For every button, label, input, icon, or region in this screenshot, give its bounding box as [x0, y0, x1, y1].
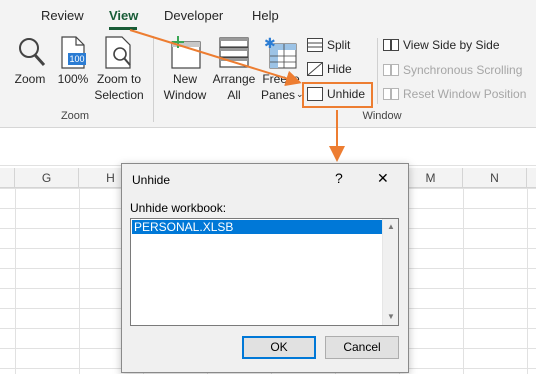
scroll-up-icon[interactable]: ▲ [387, 222, 395, 231]
unhide-workbook-label: Unhide workbook: [130, 201, 227, 215]
scroll-down-icon[interactable]: ▼ [387, 312, 395, 321]
ok-button[interactable]: OK [242, 336, 316, 359]
listbox-scrollbar[interactable]: ▲ ▼ [382, 219, 398, 325]
arrow-view-to-unhide [129, 29, 302, 87]
close-icon[interactable]: ✕ [377, 170, 389, 187]
unhide-dialog: Unhide ? ✕ Unhide workbook: PERSONAL.XLS… [121, 163, 409, 373]
help-icon[interactable]: ? [335, 170, 343, 186]
cancel-button[interactable]: Cancel [325, 336, 399, 359]
list-item-selected[interactable]: PERSONAL.XLSB [132, 220, 383, 234]
dialog-title: Unhide [132, 173, 171, 187]
workbook-listbox[interactable]: PERSONAL.XLSB ▲ ▼ [130, 218, 399, 326]
